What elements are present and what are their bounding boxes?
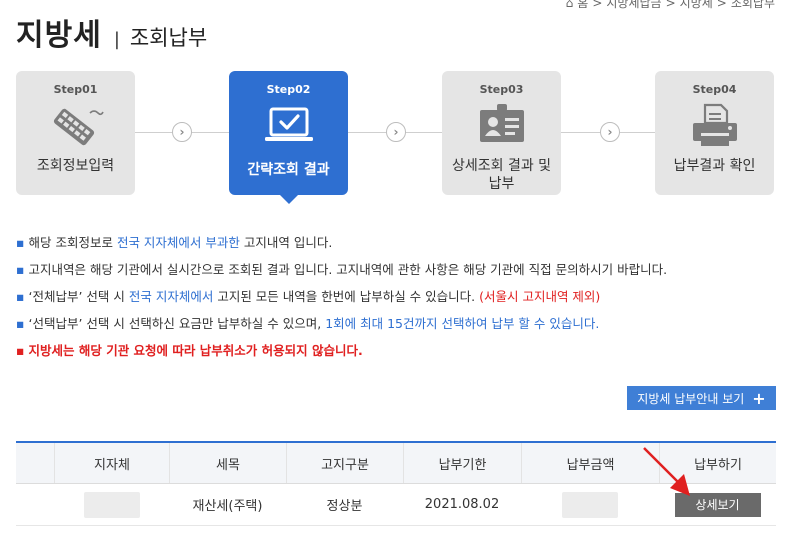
- step-number: Step04: [692, 83, 737, 96]
- notice-item: ▪ ‘전체납부’ 선택 시 전국 지자체에서 고지된 모든 내역을 한번에 납부하…: [16, 289, 601, 304]
- page-header: 지방세 | 조회납부: [16, 10, 207, 54]
- breadcrumb-item[interactable]: 지방세납금: [606, 0, 661, 11]
- title-separator: |: [113, 29, 120, 50]
- printer-icon: [655, 103, 774, 149]
- chevron-right-icon: ›: [386, 122, 406, 142]
- breadcrumb-item-current: 조회납부: [730, 0, 775, 10]
- payment-guide-label: 지방세 납부안내 보기: [637, 391, 745, 406]
- chevron-right-icon: ›: [172, 122, 192, 142]
- step-label: 조회정보입력: [36, 158, 115, 174]
- table-header-cell: 세목: [169, 443, 286, 483]
- step-number: Step01: [53, 83, 98, 96]
- step-number: Step02: [266, 83, 311, 96]
- notice-type-cell: 정상분: [326, 499, 363, 514]
- row-select-cell[interactable]: [16, 484, 54, 525]
- notice-item: ▪ ‘선택납부’ 선택 시 선택하신 요금만 납부하실 수 있으며, 1회에 최대…: [16, 316, 600, 331]
- step-number: Step03: [479, 83, 524, 96]
- step-3: Step03 상세조회 결과 및 납부: [442, 71, 561, 195]
- table-header-cell: 납부기한: [403, 443, 521, 483]
- amount-cell: [521, 484, 659, 525]
- keyboard-icon: [16, 103, 135, 149]
- tax-item-cell: 재산세(주택): [192, 499, 263, 514]
- redacted-value: [562, 491, 618, 518]
- id-card-icon: [442, 103, 561, 149]
- plus-icon: +: [752, 388, 766, 408]
- laptop-check-icon: [229, 103, 348, 149]
- breadcrumb-home[interactable]: 홈: [577, 0, 588, 11]
- table-header-cell: 고지구분: [286, 443, 403, 483]
- step-pointer: [279, 195, 298, 204]
- annotation-arrow-icon: [643, 447, 690, 496]
- step-progress: › › › Step01 조회정보입력 Step02 간략조회 결과 Step0…: [16, 71, 776, 204]
- chevron-right-icon: ›: [600, 122, 620, 142]
- page-title: 지방세: [16, 18, 102, 53]
- region-cell: [54, 484, 169, 525]
- notice-item: ▪ 고지내역은 해당 기관에서 실시간으로 조회된 결과 입니다. 고지내역에 관…: [16, 262, 668, 277]
- page-subtitle: 조회납부: [129, 26, 208, 50]
- notice-item: ▪ 해당 조회정보로 전국 지자체에서 부과한 고지내역 입니다.: [16, 235, 333, 250]
- table-header-cell: 납부금액: [521, 443, 659, 483]
- step-label: 간략조회 결과: [247, 162, 330, 178]
- breadcrumb: ⌂ 홈 > 지방세납금 > 지방세 > 조회납부: [566, 0, 775, 11]
- breadcrumb-item[interactable]: 지방세: [680, 0, 713, 11]
- step-label: 납부결과 확인: [673, 158, 756, 174]
- notice-list: ▪ 해당 조회정보로 전국 지자체에서 부과한 고지내역 입니다. ▪ 고지내역은 …: [16, 229, 776, 364]
- table-header-cell: 지자체: [54, 443, 169, 483]
- home-icon[interactable]: ⌂: [566, 0, 574, 10]
- step-1: Step01 조회정보입력: [16, 71, 135, 195]
- payment-guide-button[interactable]: 지방세 납부안내 보기 +: [627, 386, 776, 410]
- redacted-value: [83, 491, 140, 518]
- step-label: 상세조회 결과 및 납부: [451, 158, 552, 192]
- step-4: Step04 납부결과 확인: [655, 71, 774, 195]
- notice-item-warning: ▪ 지방세는 해당 기관 요청에 따라 납부취소가 허용되지 않습니다.: [16, 343, 363, 358]
- table-header-cell: [16, 443, 54, 483]
- step-2-active: Step02 간략조회 결과: [229, 71, 348, 204]
- due-date-cell: 2021.08.02: [424, 497, 500, 512]
